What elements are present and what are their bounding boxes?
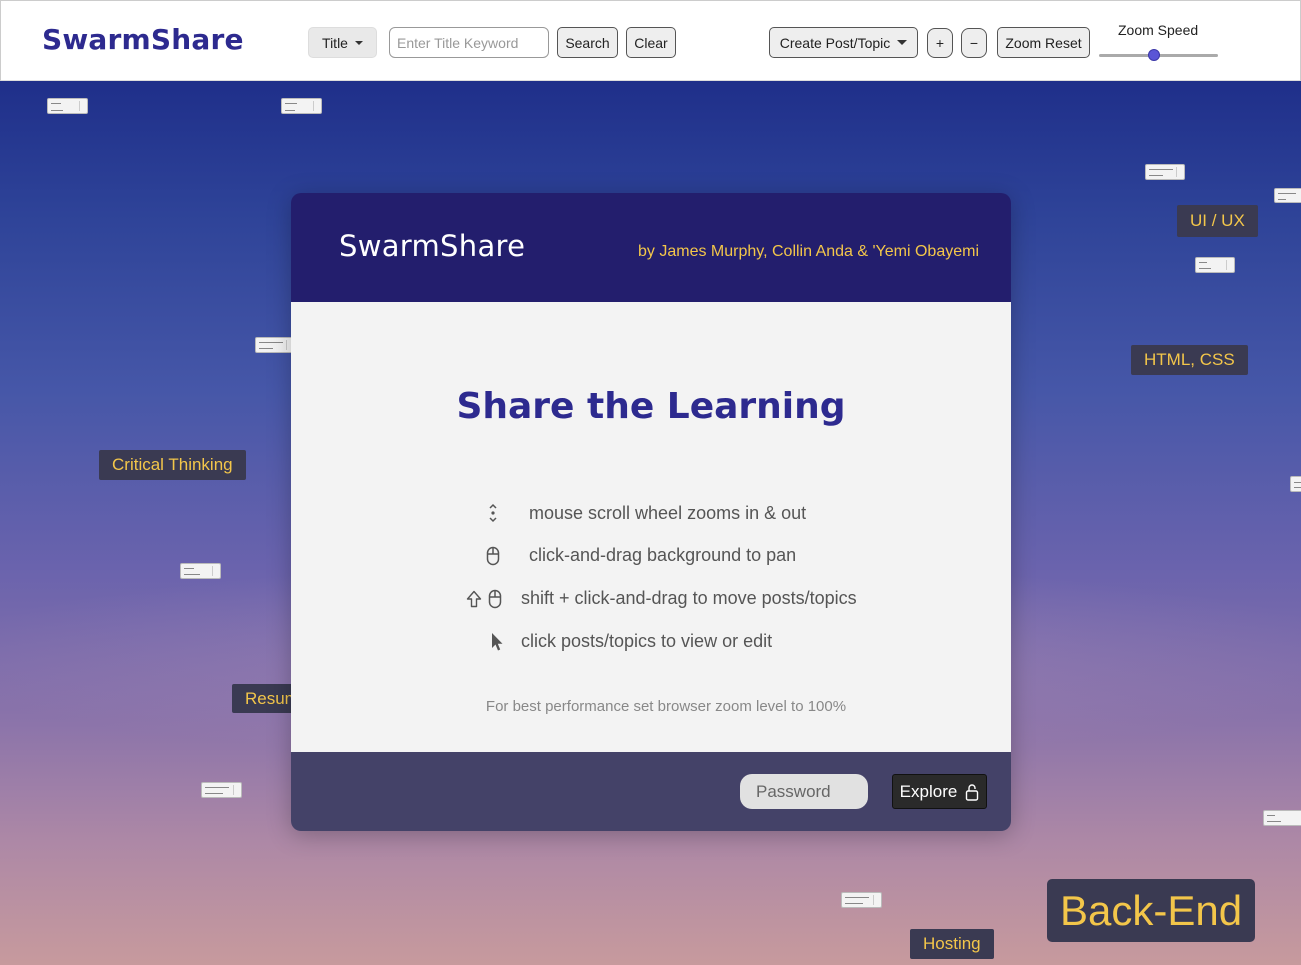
post-card[interactable]: [47, 98, 88, 114]
tip-text: click-and-drag background to pan: [529, 545, 797, 565]
pointer-cursor-icon: [490, 632, 504, 652]
modal-authors: by James Murphy, Collin Anda & 'Yemi Oba…: [638, 243, 979, 260]
tip-shift-drag: shift + click-and-drag to move posts/top…: [465, 588, 857, 609]
post-card[interactable]: [201, 782, 242, 798]
explore-button[interactable]: Explore: [892, 774, 987, 809]
browser-zoom-note: For best performance set browser zoom le…: [485, 698, 847, 715]
post-card[interactable]: [841, 892, 882, 908]
post-card[interactable]: [1263, 810, 1301, 826]
search-button[interactable]: Search: [557, 27, 618, 58]
create-post-topic-dropdown[interactable]: Create Post/Topic: [769, 27, 918, 58]
post-card[interactable]: [1274, 188, 1301, 203]
explore-label: Explore: [899, 781, 958, 801]
modal-brand: SwarmShare: [339, 229, 526, 263]
search-input[interactable]: [389, 27, 549, 58]
scroll-wheel-icon: [484, 502, 502, 524]
chevron-down-icon: [897, 40, 908, 45]
topic-hosting[interactable]: Hosting: [910, 929, 994, 959]
zoom-in-button[interactable]: +: [927, 28, 953, 58]
modal-title: Share the Learning: [456, 386, 846, 427]
zoom-speed-slider-thumb[interactable]: [1148, 49, 1160, 61]
tip-text: shift + click-and-drag to move posts/top…: [521, 588, 857, 608]
top-navbar: SwarmShare Title Search Clear Create Pos…: [0, 0, 1301, 81]
chevron-down-icon: [354, 40, 363, 45]
welcome-modal: SwarmShare by James Murphy, Collin Anda …: [291, 193, 1011, 831]
post-card[interactable]: [1195, 257, 1235, 273]
post-card[interactable]: [1145, 164, 1185, 180]
topic-critical-thinking[interactable]: Critical Thinking: [99, 450, 246, 480]
clear-button[interactable]: Clear: [626, 27, 676, 58]
post-card[interactable]: [281, 98, 322, 114]
password-field[interactable]: [740, 774, 868, 809]
filter-field-dropdown[interactable]: Title: [308, 27, 377, 58]
topic-html-css[interactable]: HTML, CSS: [1131, 345, 1248, 375]
zoom-reset-button[interactable]: Zoom Reset: [997, 27, 1090, 58]
mouse-icon: [487, 589, 503, 609]
mouse-icon: [484, 546, 502, 566]
filter-field-label: Title: [322, 34, 348, 51]
post-card[interactable]: [180, 563, 221, 579]
unlock-icon: [965, 783, 979, 801]
modal-body: Share the Learning mouse scroll wheel zo…: [291, 302, 1011, 752]
post-card[interactable]: [1290, 476, 1301, 492]
zoom-speed-label: Zoom Speed: [1118, 22, 1199, 38]
modal-footer: Explore: [291, 752, 1011, 831]
tip-click-view: click posts/topics to view or edit: [490, 631, 772, 652]
tip-text: mouse scroll wheel zooms in & out: [529, 502, 807, 523]
topic-ui-ux[interactable]: UI / UX: [1177, 205, 1258, 237]
shift-key-icon: [465, 590, 483, 608]
zoom-out-button[interactable]: −: [961, 28, 987, 58]
tip-text: click posts/topics to view or edit: [521, 631, 773, 651]
tip-scroll-zoom: mouse scroll wheel zooms in & out: [484, 502, 806, 524]
modal-header: SwarmShare by James Murphy, Collin Anda …: [291, 193, 1011, 302]
tip-drag-pan: click-and-drag background to pan: [484, 545, 796, 566]
topic-back-end[interactable]: Back-End: [1047, 879, 1256, 942]
post-card[interactable]: [255, 337, 295, 353]
navbar-brand[interactable]: SwarmShare: [42, 23, 244, 56]
create-post-topic-label: Create Post/Topic: [779, 34, 891, 51]
